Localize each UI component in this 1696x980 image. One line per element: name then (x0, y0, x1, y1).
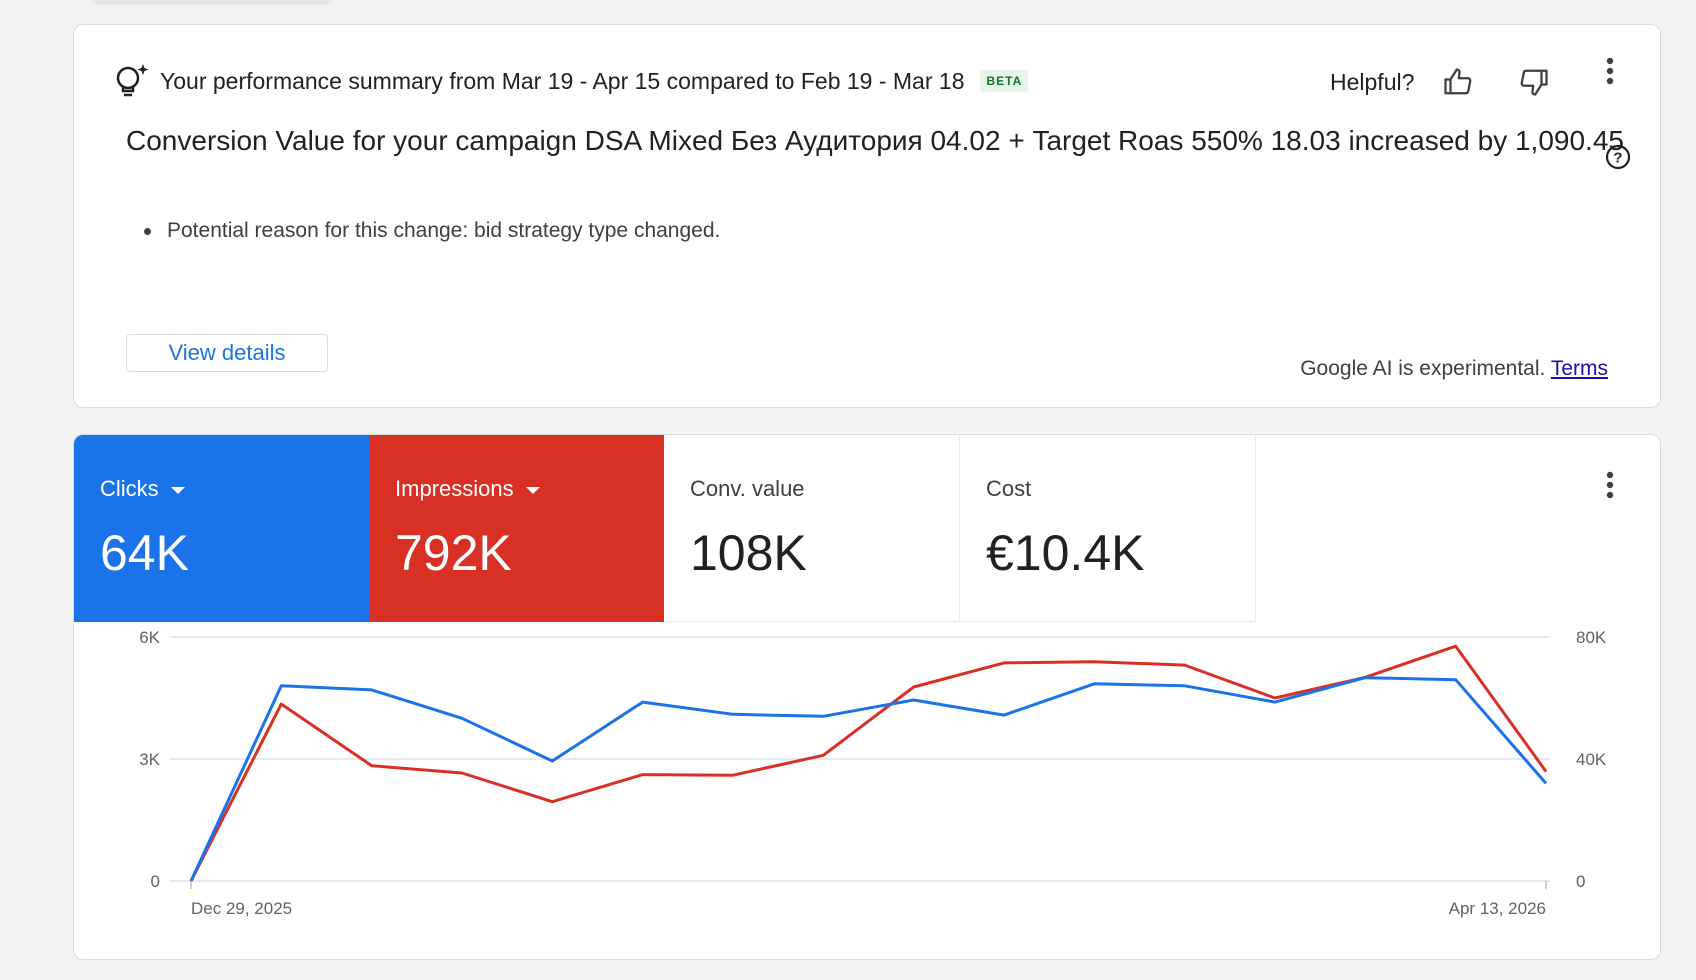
thumbs-down-icon (1520, 69, 1549, 96)
y-left-tick-label: 6K (139, 628, 160, 647)
x-end-label: Apr 13, 2026 (1449, 899, 1546, 918)
y-left-tick-label: 0 (151, 872, 160, 891)
lightbulb-sparkle-icon (116, 64, 149, 97)
svg-text:?: ? (1613, 150, 1622, 167)
view-details-button[interactable]: View details (126, 334, 328, 372)
metric-value: 108K (690, 525, 807, 581)
thumbs-up-button[interactable] (1440, 64, 1476, 100)
metric-value: 64K (100, 525, 189, 581)
metric-label[interactable]: Impressions (395, 475, 664, 503)
performance-summary-card: Your performance summary from Mar 19 - A… (73, 24, 1661, 408)
y-right-tick-label: 0 (1576, 872, 1585, 891)
metric-value: 792K (395, 525, 512, 581)
metric-label: Conv. value (690, 476, 805, 501)
feedback-group: Helpful? (1330, 65, 1552, 99)
x-start-label: Dec 29, 2025 (191, 899, 292, 918)
ai-disclaimer: Google AI is experimental. Terms (1300, 357, 1608, 381)
summary-headline: Conversion Value for your campaign DSA M… (126, 125, 1624, 156)
metric-label: Cost (986, 476, 1032, 501)
change-reason-item: Potential reason for this change: bid st… (144, 219, 720, 243)
metric-label-text: Impressions (395, 476, 514, 501)
beta-badge: BETA (980, 70, 1029, 92)
metric-value: €10.4K (986, 525, 1145, 581)
metric-tile-conv-value[interactable]: Conv. value 108K (664, 435, 960, 622)
ai-disclaimer-text: Google AI is experimental. (1300, 357, 1546, 380)
helpful-label: Helpful? (1330, 68, 1415, 95)
dropdown-arrow-icon (170, 486, 185, 494)
performance-chart-card: Clicks 64K Impressions 792K Conv. value … (73, 434, 1661, 960)
performance-line-chart: 0 0 3K 40K 6K 80K Dec 29, 2025 Apr 13, 2026 (139, 628, 1607, 918)
thumbs-down-button[interactable] (1516, 64, 1552, 100)
metric-label[interactable]: Clicks (100, 475, 369, 503)
metric-tile-cost[interactable]: Cost €10.4K (960, 435, 1256, 622)
metric-label-text: Clicks (100, 476, 159, 501)
series-line-impressions (189, 644, 1548, 882)
series-line-clicks (189, 676, 1548, 882)
thumbs-up-icon (1444, 68, 1472, 95)
summary-title: Your performance summary from Mar 19 - A… (160, 67, 965, 94)
y-left-tick-label: 3K (139, 750, 160, 769)
y-right-tick-label: 40K (1576, 750, 1607, 769)
summary-header: Your performance summary from Mar 19 - A… (114, 61, 1029, 101)
change-reason-text: Potential reason for this change: bid st… (167, 219, 721, 242)
chart-more-button[interactable] (1598, 465, 1622, 505)
previous-card-edge (92, 0, 332, 2)
help-circle-icon[interactable]: ? (1604, 143, 1632, 171)
metric-tile-clicks[interactable]: Clicks 64K (74, 435, 369, 622)
terms-link[interactable]: Terms (1551, 357, 1608, 380)
bullet-dot (144, 227, 151, 235)
more-vert-icon (1606, 471, 1614, 499)
dropdown-arrow-icon (525, 486, 540, 494)
y-right-tick-label: 80K (1576, 628, 1607, 647)
summary-more-button[interactable] (1598, 51, 1622, 91)
metric-tile-impressions[interactable]: Impressions 792K (369, 435, 664, 622)
more-vert-icon (1606, 57, 1614, 85)
